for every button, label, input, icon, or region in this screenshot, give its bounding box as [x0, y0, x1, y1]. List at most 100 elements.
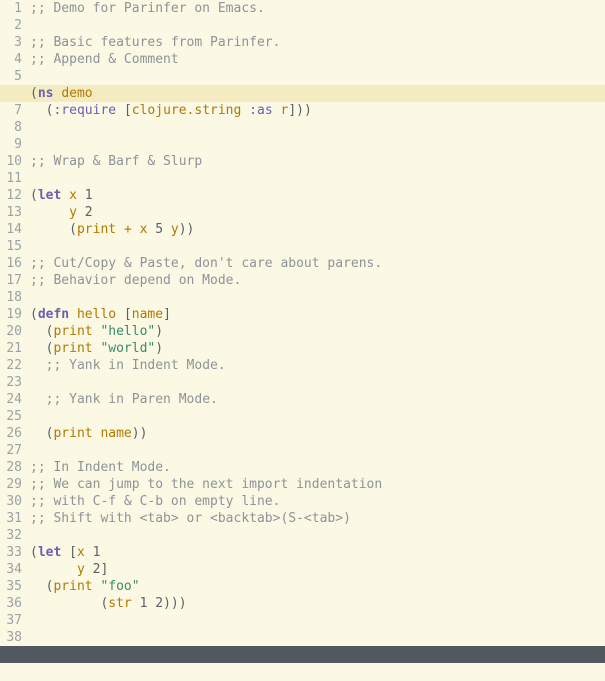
sym-token: print — [53, 341, 92, 356]
paren-token: )) — [132, 426, 148, 441]
emacs-editor[interactable]: 1234567891011121314151617181920212223242… — [0, 0, 605, 681]
code-line[interactable]: ;; Yank in Paren Mode. — [30, 391, 605, 408]
code-line[interactable]: (ns demo — [0, 85, 605, 102]
plain-token — [132, 596, 140, 611]
code-line[interactable] — [30, 119, 605, 136]
code-area[interactable]: ;; Demo for Parinfer on Emacs. ;; Basic … — [30, 0, 605, 646]
code-line[interactable] — [30, 68, 605, 85]
line-number: 31 — [0, 510, 22, 527]
plain-token — [30, 222, 69, 237]
name-token: hello — [77, 307, 116, 322]
line-number: 22 — [0, 357, 22, 374]
plain-token — [61, 545, 69, 560]
line-number: 13 — [0, 204, 22, 221]
line-number: 17 — [0, 272, 22, 289]
line-number: 1 — [0, 0, 22, 17]
line-number: 24 — [0, 391, 22, 408]
paren-token: ( — [69, 222, 77, 237]
code-line[interactable] — [30, 612, 605, 629]
num-token: 2 — [155, 596, 163, 611]
kw-token: ns — [38, 86, 54, 101]
code-line[interactable]: (let [x 1 — [30, 544, 605, 561]
plain-token — [69, 307, 77, 322]
paren-token: ] — [100, 562, 108, 577]
plain-token — [30, 579, 46, 594]
plain-token — [77, 205, 85, 220]
code-line[interactable]: ;; Shift with <tab> or <backtab>(S-<tab>… — [30, 510, 605, 527]
sym-token: y — [77, 562, 85, 577]
code-line[interactable]: ;; with C-f & C-b on empty line. — [30, 493, 605, 510]
plain-token — [116, 103, 124, 118]
plain-token — [30, 103, 46, 118]
code-line[interactable] — [30, 136, 605, 153]
paren-token: ))) — [163, 596, 186, 611]
plain-token — [61, 188, 69, 203]
paren-token: [ — [124, 307, 132, 322]
code-line[interactable]: (print "world") — [30, 340, 605, 357]
paren-token: [ — [124, 103, 132, 118]
code-line[interactable]: (str 1 2))) — [30, 595, 605, 612]
paren-token: ])) — [288, 103, 311, 118]
code-line[interactable] — [30, 374, 605, 391]
str-token: "world" — [100, 341, 155, 356]
code-line[interactable]: ;; Wrap & Barf & Slurp — [30, 153, 605, 170]
code-line[interactable] — [30, 170, 605, 187]
plain-token — [30, 358, 46, 373]
code-line[interactable] — [30, 17, 605, 34]
plain-token — [132, 222, 140, 237]
code-line[interactable] — [30, 289, 605, 306]
line-number: 37 — [0, 612, 22, 629]
code-line[interactable]: y 2 — [30, 204, 605, 221]
paren-token: ( — [30, 545, 38, 560]
kw-token: let — [38, 188, 61, 203]
code-line[interactable]: ;; Yank in Indent Mode. — [30, 357, 605, 374]
kw-token: defn — [38, 307, 69, 322]
num-token: 2 — [85, 205, 93, 220]
code-line[interactable]: ;; Append & Comment — [30, 51, 605, 68]
line-number: 12 — [0, 187, 22, 204]
code-line[interactable]: ;; We can jump to the next import indent… — [30, 476, 605, 493]
code-line[interactable] — [30, 238, 605, 255]
sym-token: print — [53, 426, 92, 441]
line-number: 16 — [0, 255, 22, 272]
sym-token: x — [77, 545, 85, 560]
code-line[interactable]: (print name)) — [30, 425, 605, 442]
code-line[interactable]: ;; Demo for Parinfer on Emacs. — [30, 0, 605, 17]
line-number: 27 — [0, 442, 22, 459]
num-token: 5 — [155, 222, 163, 237]
minibuffer[interactable] — [0, 663, 605, 681]
line-number: 5 — [0, 68, 22, 85]
line-number: 28 — [0, 459, 22, 476]
sym-token: str — [108, 596, 131, 611]
code-line[interactable]: ;; Behavior depend on Mode. — [30, 272, 605, 289]
comment-token: ;; Demo for Parinfer on Emacs. — [30, 1, 265, 16]
code-line[interactable]: (print "foo" — [30, 578, 605, 595]
num-token: 1 — [85, 188, 93, 203]
code-line[interactable]: y 2] — [30, 561, 605, 578]
code-line[interactable]: (:require [clojure.string :as r])) — [30, 102, 605, 119]
code-line[interactable]: (print "hello") — [30, 323, 605, 340]
line-number: 14 — [0, 221, 22, 238]
comment-token: ;; Basic features from Parinfer. — [30, 35, 280, 50]
sym-token: print — [53, 324, 92, 339]
line-number: 8 — [0, 119, 22, 136]
code-line[interactable]: ;; In Indent Mode. — [30, 459, 605, 476]
plain-token — [85, 545, 93, 560]
code-line[interactable] — [30, 408, 605, 425]
line-number: 19 — [0, 306, 22, 323]
code-line[interactable]: ;; Basic features from Parinfer. — [30, 34, 605, 51]
code-line[interactable] — [30, 527, 605, 544]
code-line[interactable]: ;; Cut/Copy & Paste, don't care about pa… — [30, 255, 605, 272]
line-number: 23 — [0, 374, 22, 391]
code-line[interactable]: (let x 1 — [30, 187, 605, 204]
code-line[interactable] — [30, 629, 605, 646]
code-line[interactable] — [30, 442, 605, 459]
code-line[interactable]: (print + x 5 y)) — [30, 221, 605, 238]
plain-token — [77, 188, 85, 203]
kwd-token: :require — [53, 103, 116, 118]
code-line[interactable]: (defn hello [name] — [30, 306, 605, 323]
paren-token: ( — [30, 307, 38, 322]
line-number: 35 — [0, 578, 22, 595]
sym-token: y — [69, 205, 77, 220]
line-number: 21 — [0, 340, 22, 357]
